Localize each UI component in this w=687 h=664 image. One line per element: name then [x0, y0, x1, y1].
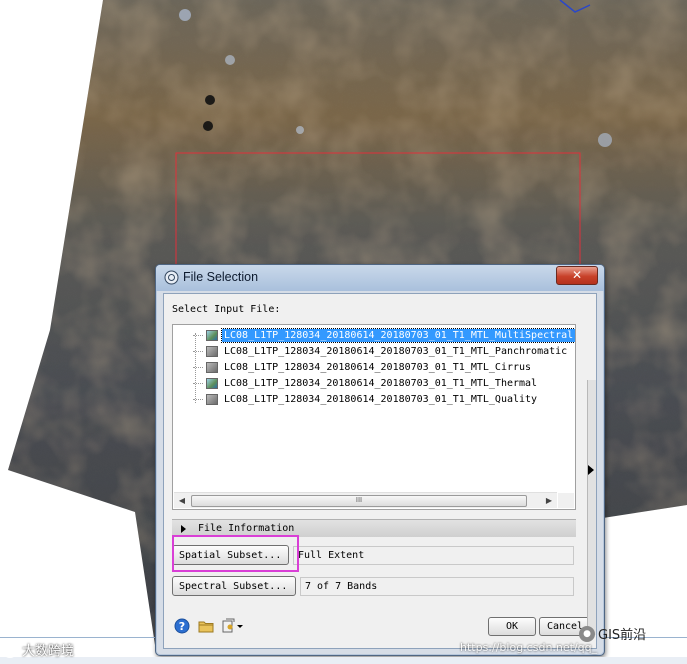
side-panel-arrow-icon[interactable]	[588, 465, 594, 475]
dialog-body: Select Input File: LC08_L1TP_128034_2018…	[163, 293, 597, 649]
file-item-thermal[interactable]: LC08_L1TP_128034_20180614_20180703_01_T1…	[193, 376, 539, 390]
file-item-quality[interactable]: LC08_L1TP_128034_20180614_20180703_01_T1…	[193, 392, 539, 406]
scrollbar-corner	[558, 493, 574, 508]
spectral-subset-row: Spectral Subset... 7 of 7 Bands	[172, 576, 574, 598]
envi-app-icon	[164, 270, 179, 285]
gray-raster-icon	[206, 393, 218, 405]
dialog-title: File Selection	[183, 270, 259, 284]
file-name: LC08_L1TP_128034_20180614_20180703_01_T1…	[224, 393, 538, 405]
spectral-subset-button[interactable]: Spectral Subset...	[172, 576, 296, 596]
file-item-panchromatic[interactable]: LC08_L1TP_128034_20180614_20180703_01_T1…	[193, 344, 569, 358]
gray-raster-icon	[206, 345, 218, 357]
bottom-strip	[0, 657, 687, 664]
scroll-left-arrow-icon[interactable]: ◀	[176, 495, 188, 506]
watermark-right-text: GIS前沿	[598, 628, 647, 643]
spatial-subset-value: Full Extent	[293, 546, 574, 565]
watermark-right: ● GIS前沿	[579, 624, 646, 643]
watermark-url: https://blog.csdn.net/qq_	[460, 641, 598, 654]
scrollbar-thumb[interactable]: III	[191, 495, 527, 507]
svg-text:?: ?	[179, 620, 185, 633]
color-raster-icon	[206, 329, 218, 341]
expand-triangle-icon	[181, 524, 186, 533]
scroll-right-arrow-icon[interactable]: ▶	[543, 495, 555, 506]
tree-branch	[193, 398, 203, 400]
ok-button[interactable]: OK	[488, 617, 536, 636]
gray-raster-icon	[206, 361, 218, 373]
watermark-left-text: 大数跨境	[22, 644, 75, 659]
tree-branch	[193, 382, 203, 384]
tree-branch	[193, 366, 203, 368]
close-button[interactable]: ✕	[556, 266, 598, 285]
file-item-multispectral[interactable]: LC08_L1TP_128034_20180614_20180703_01_T1…	[193, 327, 575, 343]
file-options-dropdown-icon[interactable]	[222, 618, 244, 634]
wechat-badge-icon: ●	[579, 625, 595, 642]
open-folder-icon[interactable]	[198, 618, 214, 634]
help-icon[interactable]: ?	[174, 618, 190, 634]
file-name: LC08_L1TP_128034_20180614_20180703_01_T1…	[220, 327, 575, 343]
file-item-cirrus[interactable]: LC08_L1TP_128034_20180614_20180703_01_T1…	[193, 360, 533, 374]
tree-branch	[193, 350, 203, 352]
file-name: LC08_L1TP_128034_20180614_20180703_01_T1…	[224, 361, 532, 373]
file-information-toggle[interactable]: File Information	[172, 519, 576, 537]
file-name: LC08_L1TP_128034_20180614_20180703_01_T1…	[224, 345, 568, 357]
file-selection-dialog: File Selection ✕ Select Input File: LC08…	[155, 264, 605, 656]
select-input-file-label: Select Input File:	[172, 304, 281, 315]
spectral-subset-value: 7 of 7 Bands	[300, 577, 574, 596]
file-tree-list[interactable]: LC08_L1TP_128034_20180614_20180703_01_T1…	[172, 324, 576, 510]
file-information-label: File Information	[198, 523, 295, 534]
dialog-titlebar[interactable]: File Selection ✕	[156, 265, 604, 291]
horizontal-scrollbar[interactable]: ◀ III ▶	[174, 492, 557, 508]
watermark-left: 大数跨境	[2, 640, 74, 659]
background-window-scrollbar[interactable]	[587, 380, 596, 635]
watermark-logo-icon	[2, 641, 18, 658]
spatial-subset-row: Spatial Subset... Full Extent	[172, 545, 574, 567]
color-raster-icon	[206, 377, 218, 389]
file-name: LC08_L1TP_128034_20180614_20180703_01_T1…	[224, 377, 538, 389]
spatial-subset-button[interactable]: Spatial Subset...	[172, 545, 289, 565]
tree-branch	[193, 334, 203, 336]
